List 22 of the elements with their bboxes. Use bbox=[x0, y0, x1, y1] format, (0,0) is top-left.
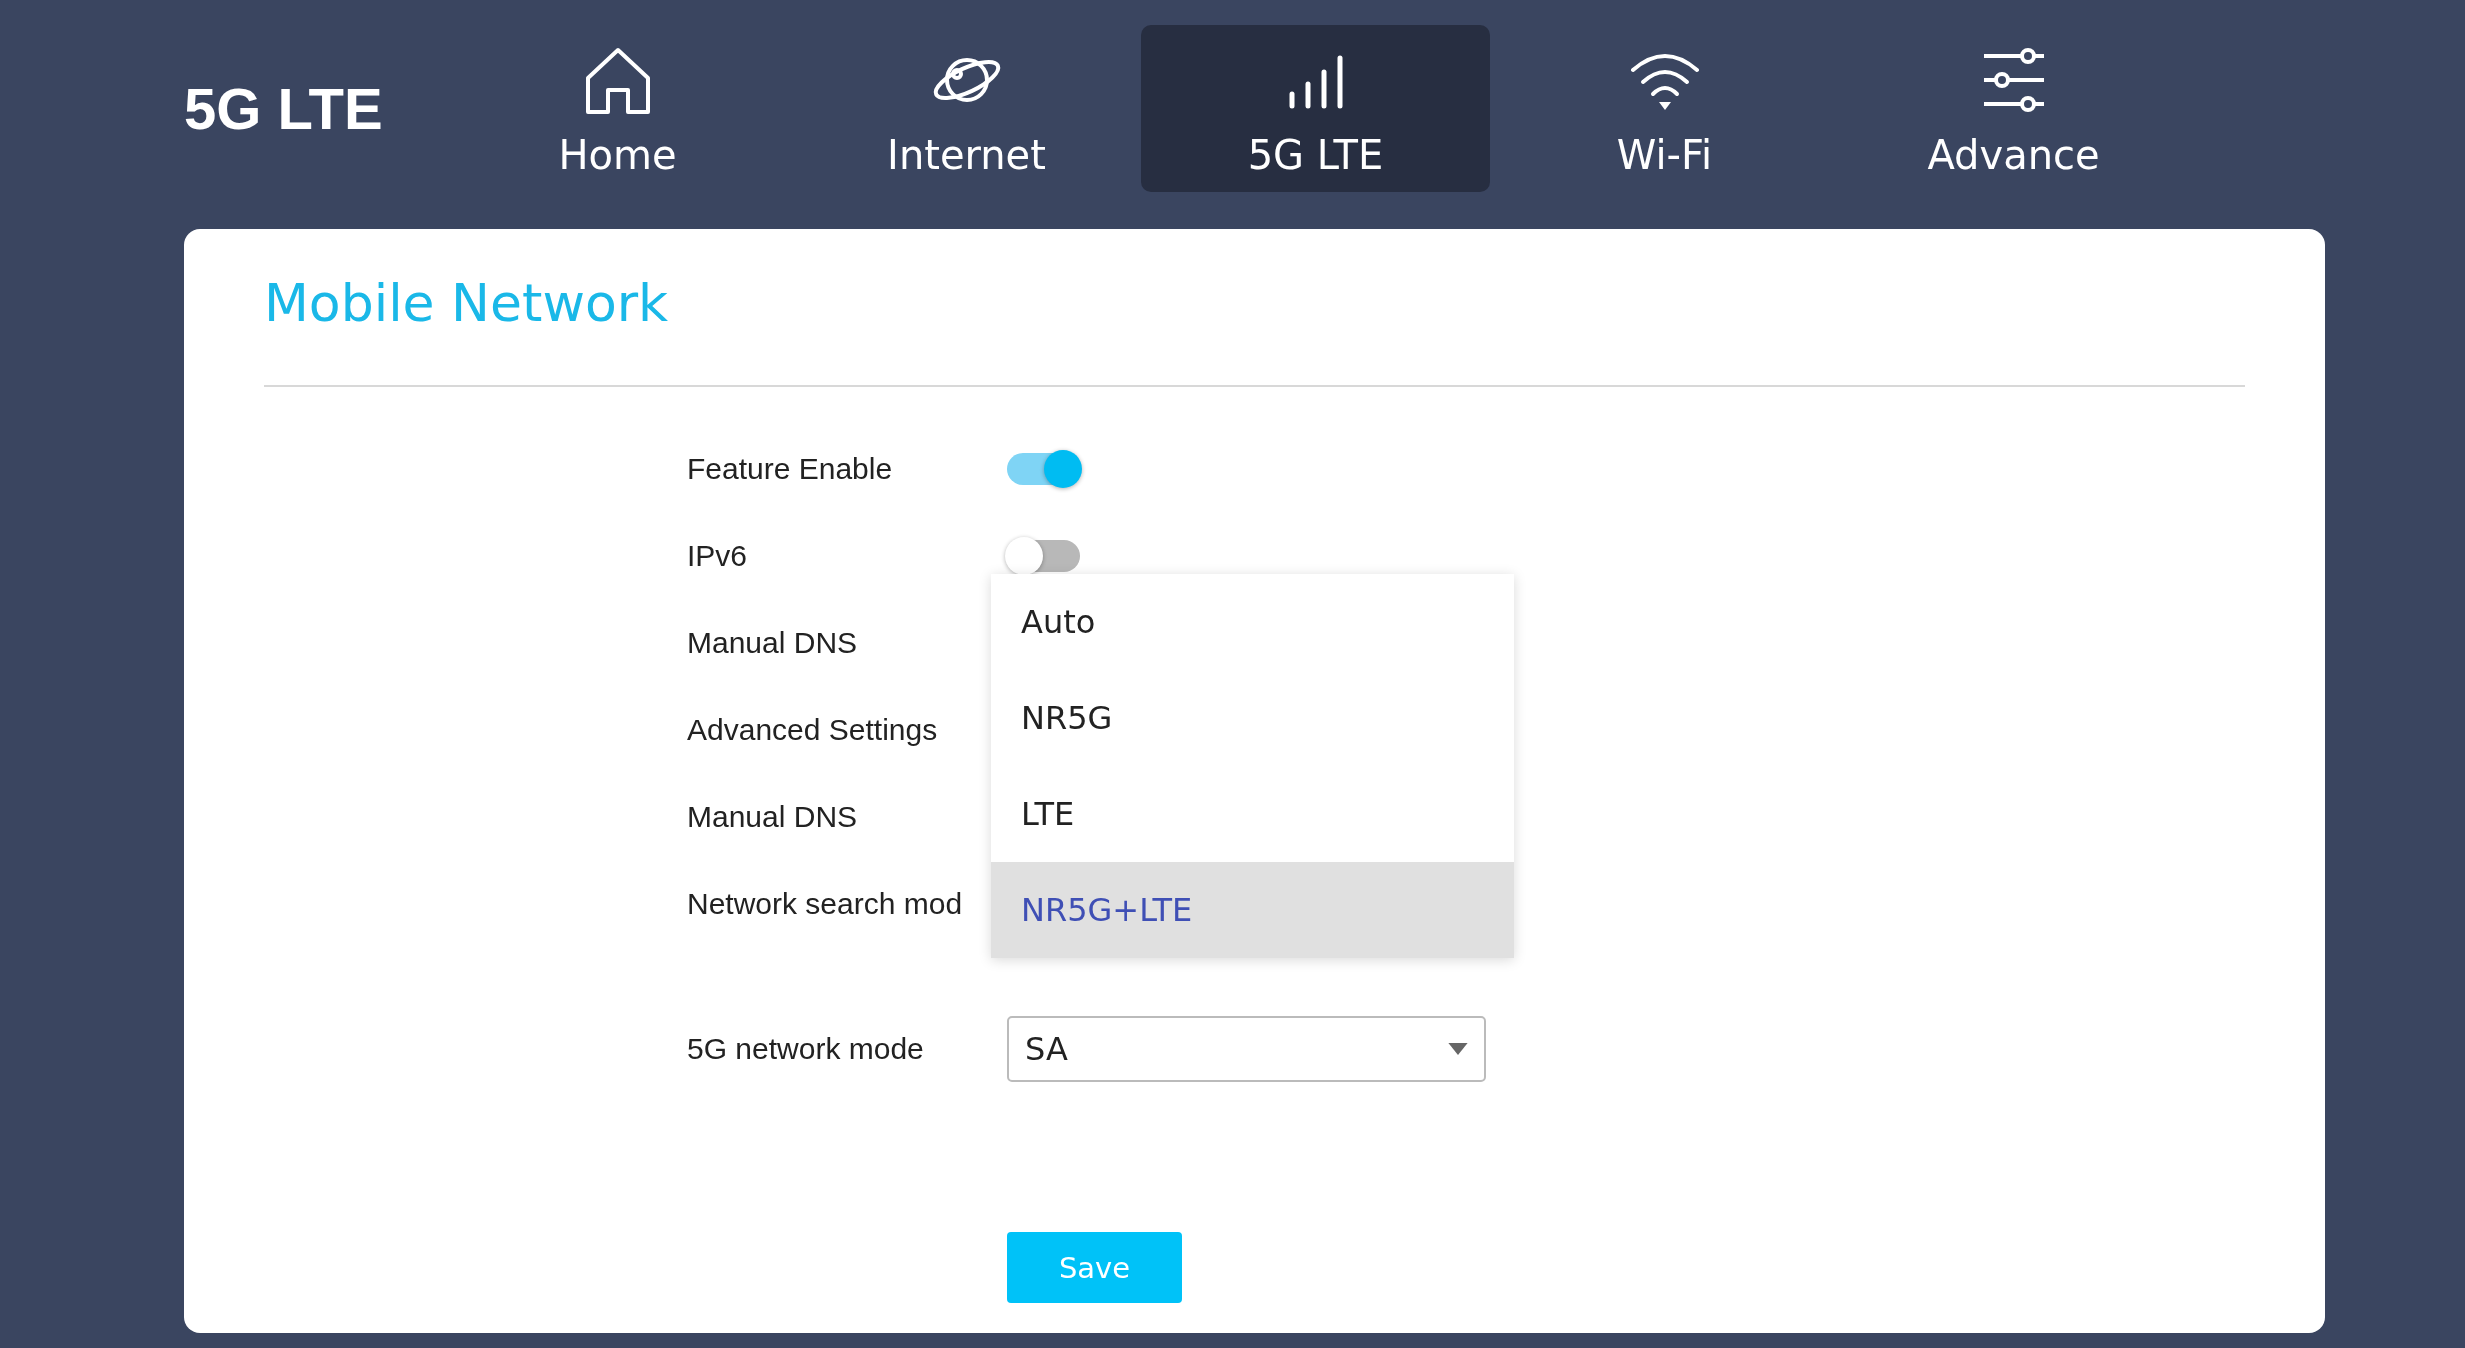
nav-tab[interactable]: 5G LTE bbox=[1141, 25, 1490, 192]
toggle-switch[interactable] bbox=[1007, 452, 1080, 485]
dropdown-option[interactable]: Auto bbox=[991, 574, 1514, 670]
setting-label: Advanced Settings bbox=[687, 712, 939, 747]
brand-title: 5G LTE bbox=[184, 75, 384, 142]
nav-tab[interactable]: Home bbox=[443, 25, 792, 192]
dropdown-option[interactable]: NR5G bbox=[991, 670, 1514, 766]
setting-label: Network search mod bbox=[687, 886, 964, 921]
select-field[interactable]: SA bbox=[1007, 1015, 1486, 1082]
caret-icon bbox=[1448, 1042, 1468, 1055]
setting-label: 5G network mode bbox=[687, 1031, 925, 1066]
nav-tab[interactable]: Internet bbox=[792, 25, 1141, 192]
dropdown-option[interactable]: LTE bbox=[991, 766, 1514, 862]
setting-label: Feature Enable bbox=[687, 451, 894, 486]
nav-tab[interactable]: Advance bbox=[1839, 25, 2188, 192]
section-title: Mobile Network bbox=[264, 273, 669, 333]
setting-label: Manual DNS bbox=[687, 799, 859, 834]
setting-label: Manual DNS bbox=[687, 625, 859, 660]
dropdown-option[interactable]: NR5G+LTE bbox=[991, 862, 1514, 958]
setting-label: IPv6 bbox=[687, 538, 749, 573]
toggle-switch[interactable] bbox=[1007, 539, 1080, 572]
nav-tab[interactable]: Wi-Fi bbox=[1490, 25, 1839, 192]
